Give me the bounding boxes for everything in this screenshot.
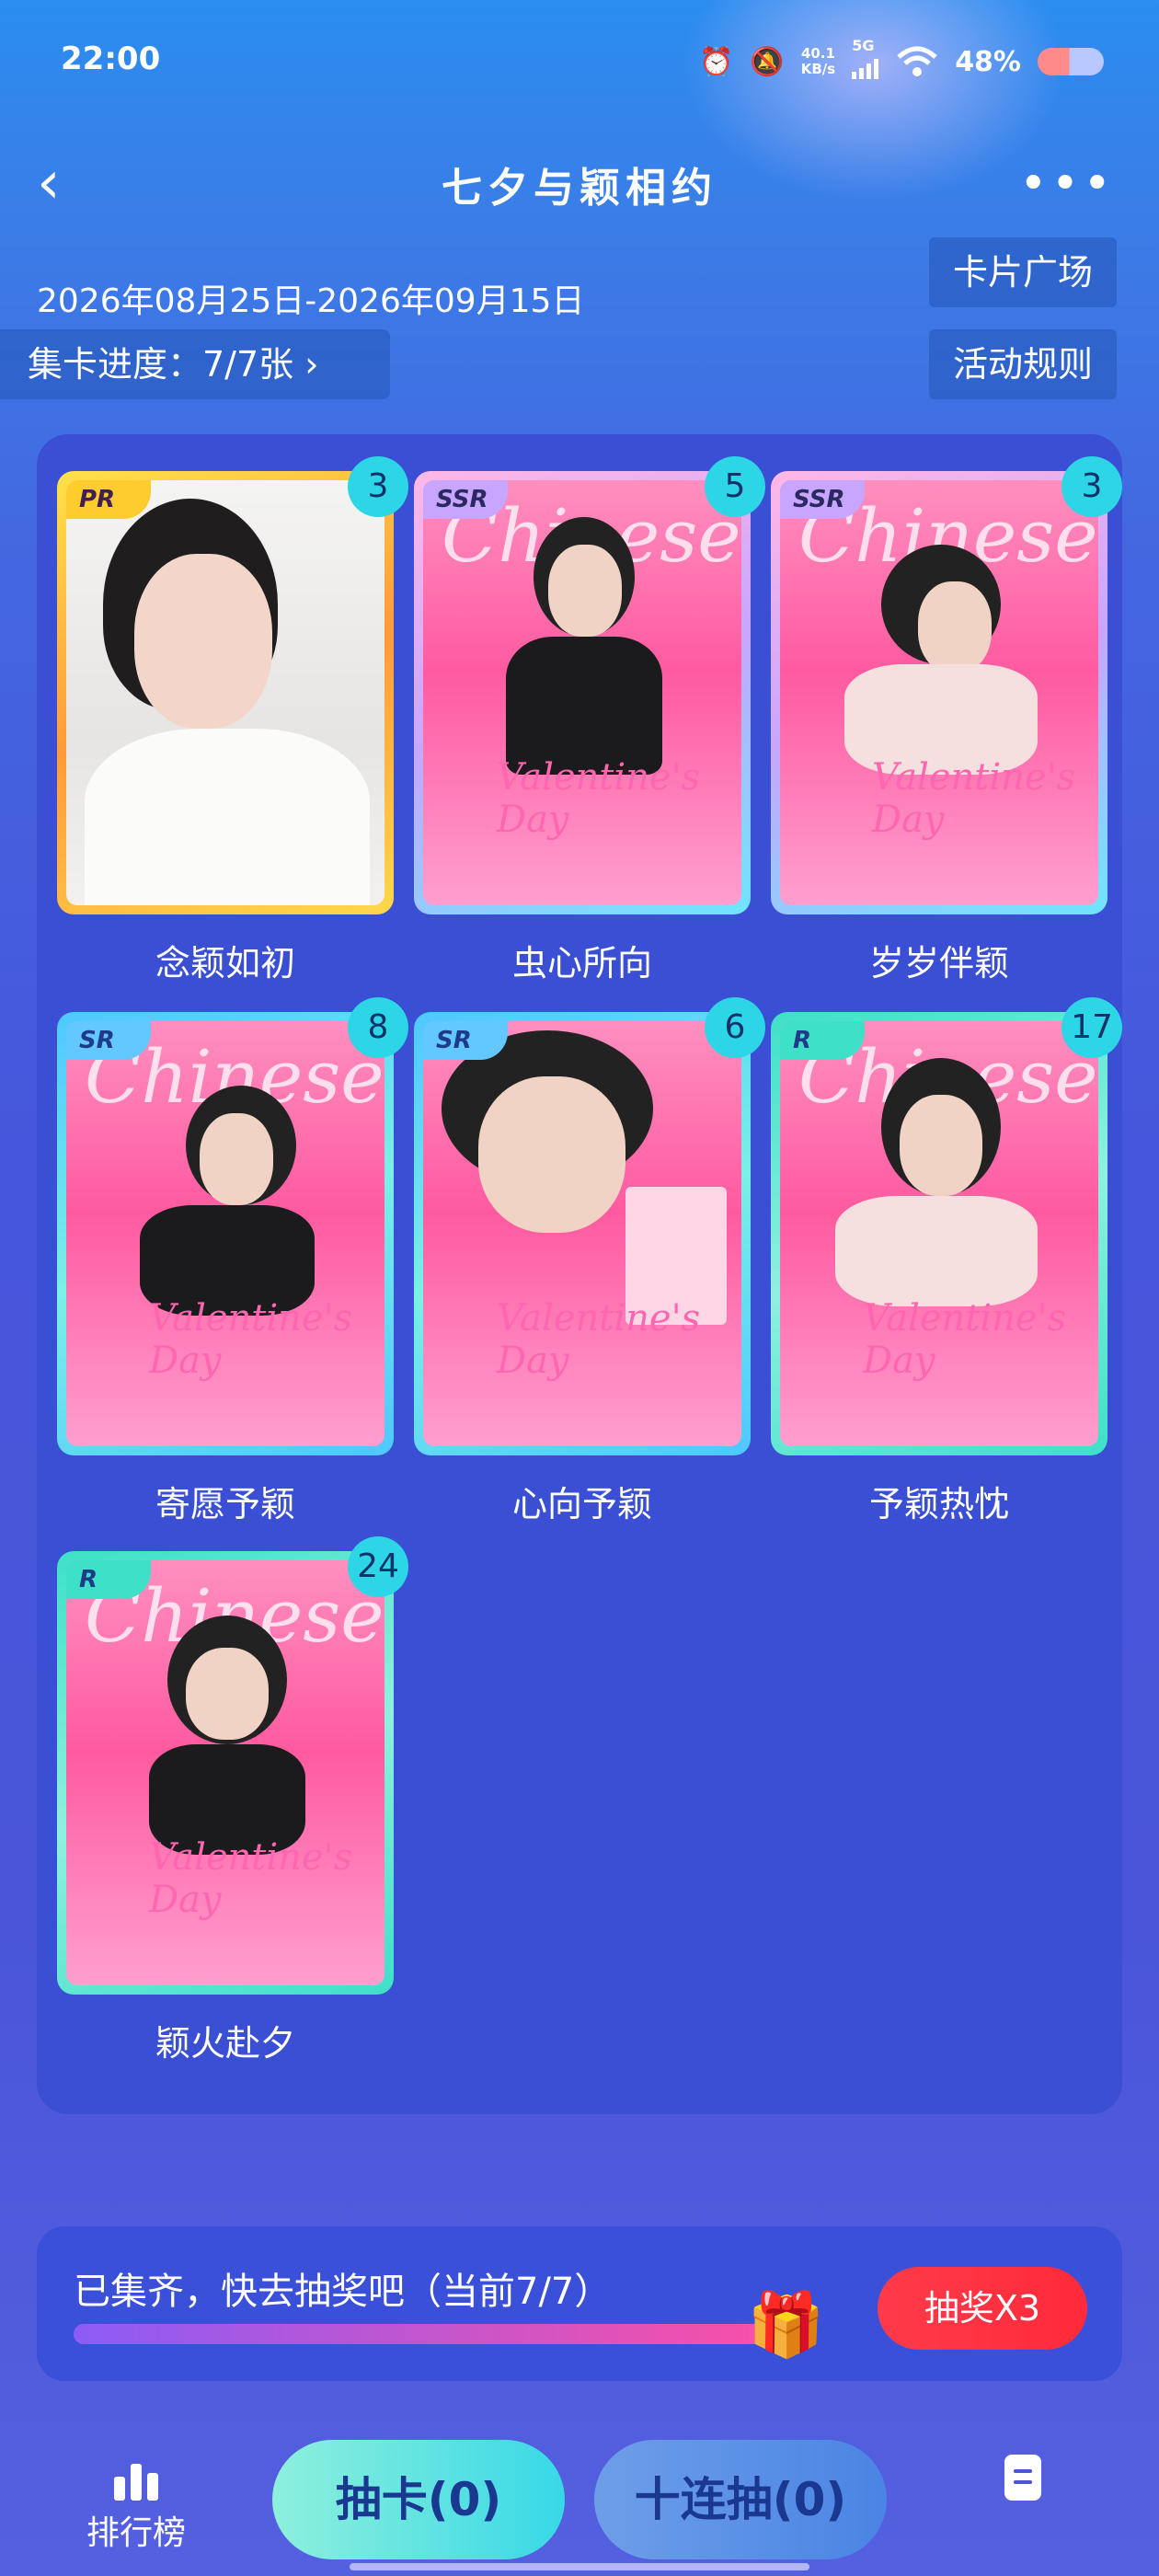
status-time: 22:00 bbox=[61, 40, 161, 77]
battery-percent: 48% bbox=[955, 45, 1021, 78]
card-name: 岁岁伴颖 bbox=[868, 943, 1009, 983]
card-item[interactable]: Chinese Valentine's Day SSR 5 虫心所向 bbox=[414, 456, 765, 985]
rarity-badge: PR bbox=[66, 480, 151, 519]
rarity-badge: SR bbox=[423, 1021, 508, 1060]
card-count-badge: 24 bbox=[348, 1536, 408, 1597]
lottery-progress-fill bbox=[74, 2324, 809, 2344]
rarity-badge: R bbox=[780, 1021, 865, 1060]
cell-signal-icon: 5G bbox=[852, 37, 879, 86]
card-name: 予颖热忱 bbox=[868, 1484, 1009, 1524]
more-icon[interactable]: ••• bbox=[1019, 156, 1115, 212]
card-photo: Chinese Valentine's Day bbox=[780, 1021, 1098, 1446]
card-frame: Chinese Valentine's Day bbox=[771, 1012, 1107, 1455]
battery-icon bbox=[1038, 48, 1104, 75]
draw-ten-button[interactable]: 十连抽(0) bbox=[594, 2440, 887, 2559]
card-name: 寄愿予颖 bbox=[155, 1484, 295, 1524]
card-square-button[interactable]: 卡片广场 bbox=[929, 237, 1117, 307]
lottery-card: 已集齐，快去抽奖吧（当前7/7） 🎁 抽奖X3 bbox=[37, 2226, 1122, 2381]
card-item[interactable]: Chinese Valentine's Day SR 8 寄愿予颖 bbox=[57, 997, 408, 1526]
alarm-icon: ⏰ bbox=[699, 45, 734, 78]
page-title: 七夕与颖相约 bbox=[442, 165, 717, 212]
card-item[interactable]: Chinese Valentine's Day R 24 颖火赴夕 bbox=[57, 1536, 408, 2065]
card-count-badge: 5 bbox=[705, 456, 765, 517]
mute-icon: 🔕 bbox=[750, 45, 785, 78]
card-count-badge: 17 bbox=[1061, 997, 1122, 1058]
raffle-button[interactable]: 抽奖X3 bbox=[878, 2267, 1087, 2350]
card-photo: Valentine's Day bbox=[423, 1021, 741, 1446]
card-count-badge: 8 bbox=[348, 997, 408, 1058]
card-frame: Chinese Valentine's Day bbox=[414, 471, 751, 914]
rarity-badge: SR bbox=[66, 1021, 151, 1060]
network-speed: 40.1 KB/s bbox=[800, 45, 836, 77]
card-name: 念颖如初 bbox=[155, 943, 295, 983]
home-indicator bbox=[350, 2563, 809, 2570]
bottom-nav: 排行榜 抽卡(0) 十连抽(0) bbox=[0, 2429, 1159, 2576]
card-item[interactable]: PR 3 念颖如初 bbox=[57, 456, 408, 985]
wifi-icon bbox=[897, 46, 937, 76]
rarity-badge: SSR bbox=[423, 480, 508, 519]
card-photo: Chinese Valentine's Day bbox=[66, 1560, 384, 1985]
card-name: 颖火赴夕 bbox=[155, 2023, 295, 2064]
lottery-status-text: 已集齐，快去抽奖吧（当前7/7） bbox=[74, 2271, 612, 2313]
card-frame: Valentine's Day bbox=[414, 1012, 751, 1455]
draw-one-button[interactable]: 抽卡(0) bbox=[272, 2440, 565, 2559]
card-photo: Chinese Valentine's Day bbox=[780, 480, 1098, 905]
rarity-badge: SSR bbox=[780, 480, 865, 519]
lottery-progress-bar bbox=[74, 2324, 809, 2344]
card-frame: Chinese Valentine's Day bbox=[57, 1551, 394, 1995]
leaderboard-icon bbox=[77, 2456, 195, 2501]
card-name: 心向予颖 bbox=[511, 1484, 652, 1524]
leaderboard-label: 排行榜 bbox=[86, 2514, 186, 2552]
card-count-badge: 3 bbox=[348, 456, 408, 517]
card-item[interactable]: Chinese Valentine's Day R 17 予颖热忱 bbox=[771, 997, 1122, 1526]
card-frame: Chinese Valentine's Day bbox=[771, 471, 1107, 914]
card-count-badge: 3 bbox=[1061, 456, 1122, 517]
card-item[interactable]: Chinese Valentine's Day SSR 3 岁岁伴颖 bbox=[771, 456, 1122, 985]
top-bar: ‹ 七夕与颖相约 ••• bbox=[0, 138, 1159, 230]
card-item[interactable]: Valentine's Day SR 6 心向予颖 bbox=[414, 997, 765, 1526]
card-frame bbox=[57, 471, 394, 914]
rarity-badge: R bbox=[66, 1560, 151, 1599]
document-icon[interactable] bbox=[1004, 2455, 1041, 2501]
card-collection-panel: PR 3 念颖如初 Chinese Valentine's Day SSR 5 … bbox=[37, 434, 1122, 2114]
card-photo: Chinese Valentine's Day bbox=[423, 480, 741, 905]
card-photo bbox=[66, 480, 384, 905]
card-name: 虫心所向 bbox=[511, 943, 652, 983]
rules-button[interactable]: 活动规则 bbox=[929, 329, 1117, 399]
leaderboard-button[interactable]: 排行榜 bbox=[77, 2456, 195, 2554]
event-date-range: 2026年08月25日-2026年09月15日 bbox=[37, 282, 585, 320]
status-bar: 22:00 ⏰ 🔕 40.1 KB/s 5G 48% bbox=[0, 0, 1159, 120]
card-count-badge: 6 bbox=[705, 997, 765, 1058]
card-frame: Chinese Valentine's Day bbox=[57, 1012, 394, 1455]
collection-progress-button[interactable]: 集卡进度：7/7张 › bbox=[0, 329, 390, 399]
gift-icon: 🎁 bbox=[747, 2289, 825, 2362]
status-icons: ⏰ 🔕 40.1 KB/s 5G 48% bbox=[699, 37, 1104, 86]
card-photo: Chinese Valentine's Day bbox=[66, 1021, 384, 1446]
